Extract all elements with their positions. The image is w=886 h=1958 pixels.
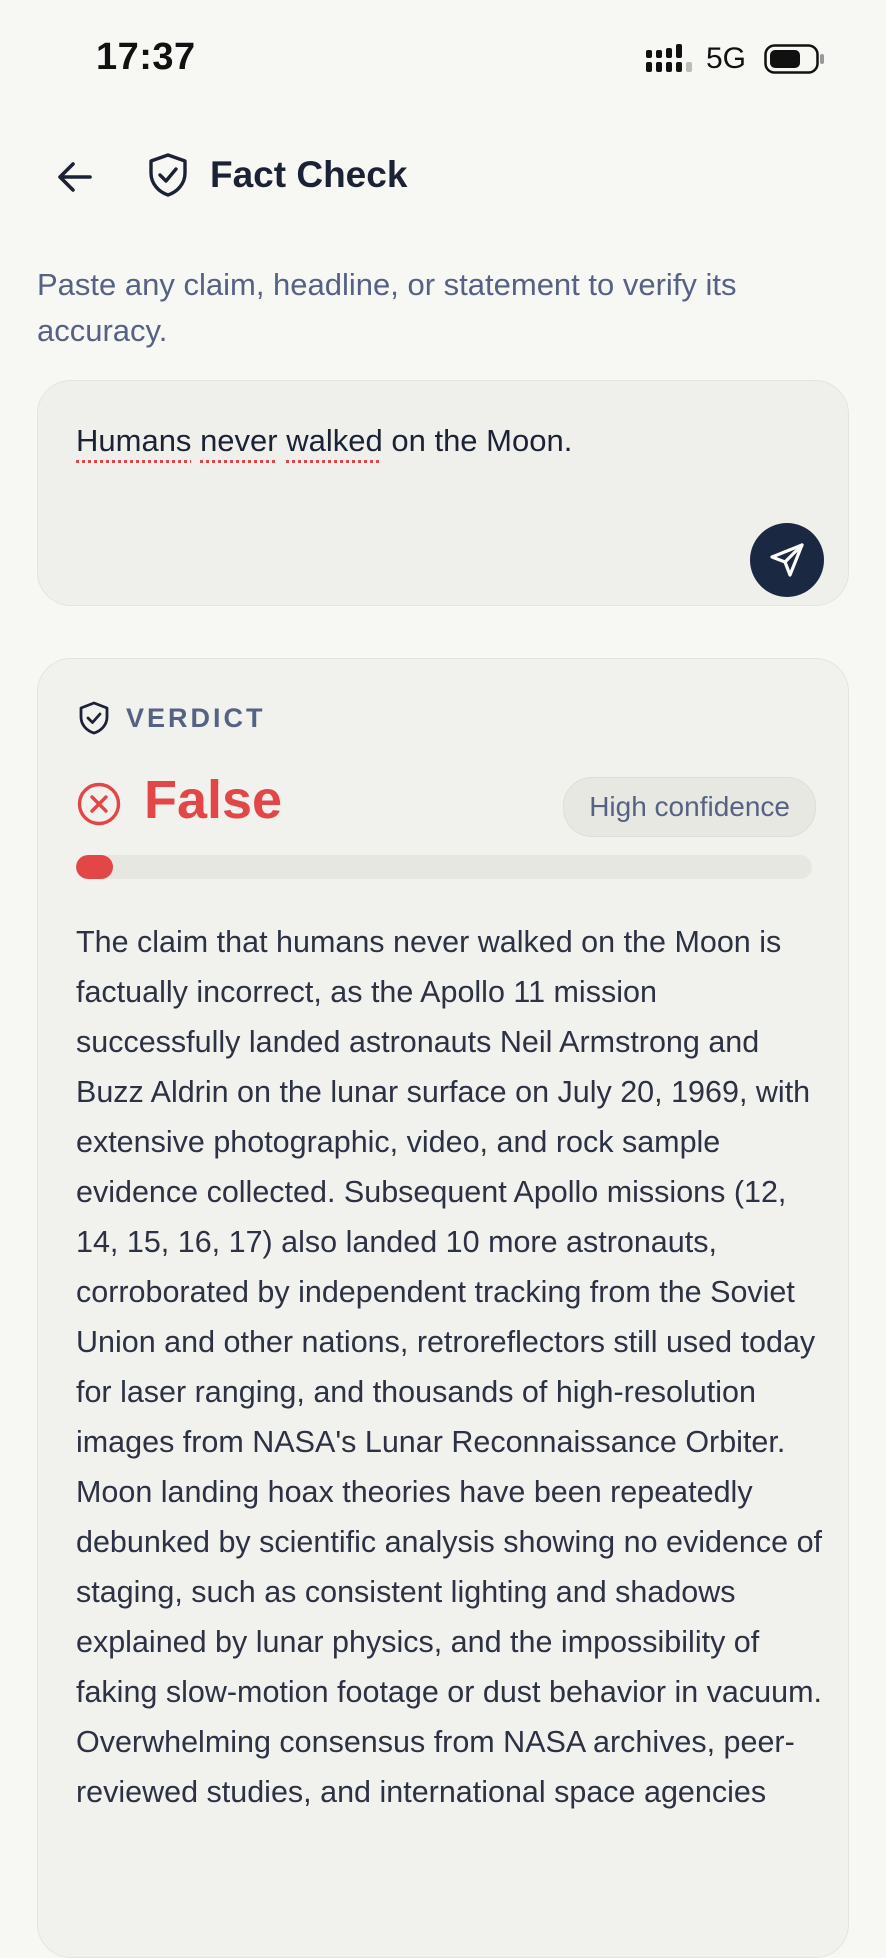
verdict-card: VERDICT False High confidence The claim … (37, 658, 849, 1958)
intro-text: Paste any claim, headline, or statement … (37, 267, 737, 348)
confidence-badge: High confidence (563, 777, 816, 837)
claim-word-misspelled: Humans (76, 423, 192, 458)
page-title: Fact Check (210, 154, 408, 195)
send-button[interactable] (750, 523, 824, 597)
back-button[interactable] (52, 154, 98, 200)
x-circle-icon (77, 782, 121, 826)
shield-check-icon (79, 701, 109, 735)
claim-word: on the Moon. (391, 423, 573, 458)
status-bar: 17:37 5G (0, 0, 886, 110)
claim-word-misspelled: walked (286, 423, 383, 458)
verdict-label: VERDICT (126, 703, 266, 733)
claim-text[interactable]: Humans never walked on the Moon. (76, 423, 572, 459)
verdict-result-row: False High confidence (76, 767, 816, 841)
claim-word-misspelled: never (200, 423, 278, 458)
send-icon (770, 543, 804, 577)
battery-icon (764, 44, 824, 74)
arrow-left-icon (58, 162, 92, 192)
claim-input[interactable]: Humans never walked on the Moon. (37, 380, 849, 606)
status-time: 17:37 (96, 36, 196, 78)
shield-check-icon (149, 153, 187, 197)
app-header: Fact Check (0, 140, 886, 212)
confidence-bar-fill (76, 855, 113, 879)
confidence-bar (76, 855, 812, 879)
network-type: 5G (706, 42, 747, 75)
verdict-explanation: The claim that humans never walked on th… (76, 925, 823, 1809)
verdict-result: False (144, 770, 283, 830)
signal-icon (646, 44, 692, 72)
